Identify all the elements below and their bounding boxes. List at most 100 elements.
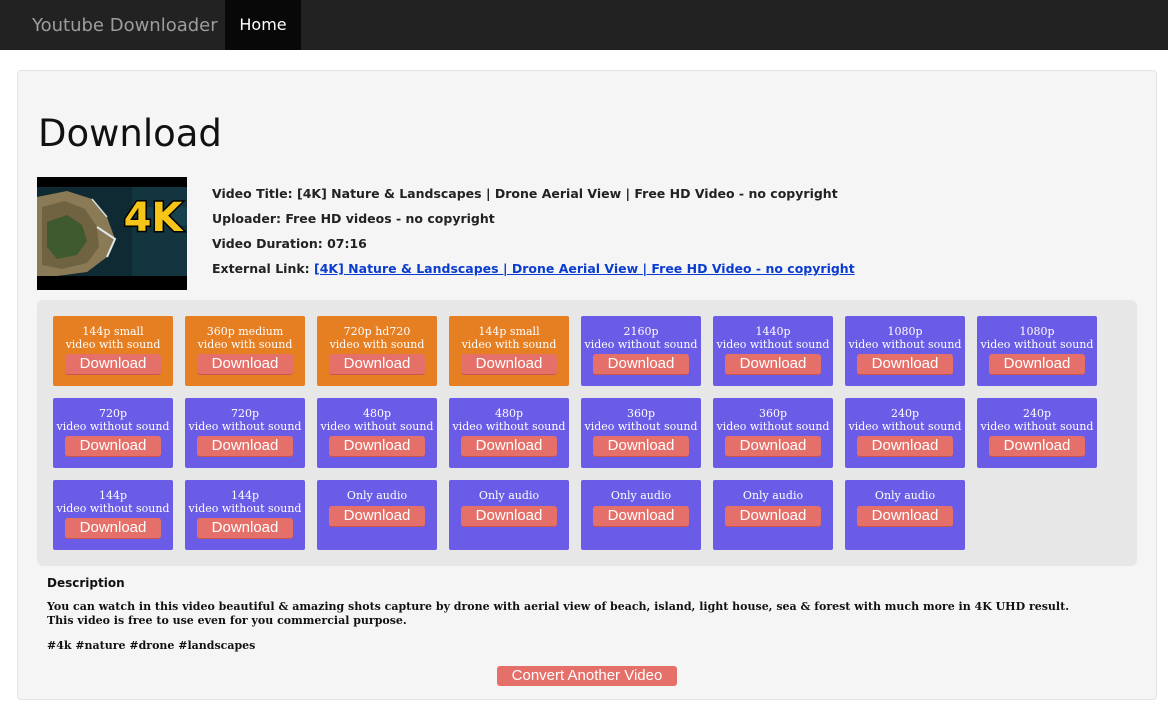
format-card: 240p video without sound Download [977,398,1097,468]
format-sound: video without sound [584,338,698,351]
download-button[interactable]: Download [725,436,821,457]
format-card: 144p small video with sound Download [449,316,569,386]
format-quality: 480p [362,407,392,420]
download-button[interactable]: Download [857,506,953,527]
download-button[interactable]: Download [593,506,689,527]
download-button[interactable]: Download [65,518,161,539]
format-sound: video without sound [716,338,830,351]
format-card: 2160p video without sound Download [581,316,701,386]
format-card: Only audio Download [713,480,833,550]
download-button[interactable]: Download [989,354,1085,375]
format-card: Only audio Download [449,480,569,550]
navbar: Youtube Downloader Home [0,0,1168,50]
download-button[interactable]: Download [65,354,161,375]
convert-another-video-button[interactable]: Convert Another Video [497,666,677,686]
uploader-label: Uploader: [212,211,286,226]
uploader-line: Uploader: Free HD videos - no copyright [212,211,495,227]
thumbnail-image: 4K [37,177,187,290]
format-card: 144p small video with sound Download [53,316,173,386]
format-quality: 1440p [755,325,791,338]
nav-home-link[interactable]: Home [225,0,301,50]
format-sound: video without sound [848,420,962,433]
format-card: Only audio Download [317,480,437,550]
format-quality: 240p [890,407,920,420]
external-link-label: External Link: [212,261,315,276]
duration-label: Video Duration: [212,236,328,251]
format-card: Only audio Download [581,480,701,550]
download-button[interactable]: Download [197,436,293,457]
download-button[interactable]: Download [857,354,953,375]
format-quality: 240p [1022,407,1052,420]
download-button[interactable]: Download [197,518,293,539]
description-heading: Description [47,576,125,590]
format-card: 480p video without sound Download [317,398,437,468]
format-quality: Only audio [742,489,804,502]
page-title: Download [38,112,222,155]
format-quality: Only audio [874,489,936,502]
format-card: 720p video without sound Download [185,398,305,468]
format-quality: 360p [758,407,788,420]
format-card: 1080p video without sound Download [845,316,965,386]
format-card: 480p video without sound Download [449,398,569,468]
download-button[interactable]: Download [725,506,821,527]
format-quality: 2160p [623,325,659,338]
format-card: 240p video without sound Download [845,398,965,468]
format-card: 1440p video without sound Download [713,316,833,386]
window-edge [1168,0,1176,50]
video-title-value: [4K] Nature & Landscapes | Drone Aerial … [297,186,838,201]
format-card: 360p medium video with sound Download [185,316,305,386]
format-quality: 1080p [1019,325,1055,338]
hashtags: #4k #nature #drone #landscapes [47,639,256,652]
format-sound: video with sound [65,338,161,351]
format-quality: 360p [626,407,656,420]
download-button[interactable]: Download [329,506,425,527]
format-card: Only audio Download [845,480,965,550]
format-card: 720p video without sound Download [53,398,173,468]
uploader-value: Free HD videos - no copyright [285,211,495,226]
download-button[interactable]: Download [461,506,557,527]
video-title-label: Video Title: [212,186,298,201]
format-card: 144p video without sound Download [185,480,305,550]
format-sound: video without sound [980,338,1094,351]
format-sound: video without sound [188,420,302,433]
download-button[interactable]: Download [461,436,557,457]
format-quality: 480p [494,407,524,420]
format-sound: video without sound [584,420,698,433]
description-text: You can watch in this video beautiful & … [47,600,1070,627]
download-button[interactable]: Download [461,354,557,375]
download-button[interactable]: Download [857,436,953,457]
format-sound: video without sound [980,420,1094,433]
format-sound: video with sound [461,338,557,351]
download-formats-panel: 144p small video with sound Download 360p m… [37,300,1137,566]
external-link[interactable]: [4K] Nature & Landscapes | Drone Aerial … [314,261,855,276]
format-sound: video without sound [56,420,170,433]
format-sound: video with sound [329,338,425,351]
format-card: 360p video without sound Download [581,398,701,468]
duration-line: Video Duration: 07:16 [212,236,367,252]
format-sound: video without sound [452,420,566,433]
format-quality: 144p [230,489,260,502]
format-sound: video without sound [56,502,170,515]
download-button[interactable]: Download [197,354,293,375]
download-button[interactable]: Download [593,436,689,457]
format-card: 720p hd720 video with sound Download [317,316,437,386]
external-link-line: External Link: [4K] Nature & Landscapes … [212,261,855,277]
download-button[interactable]: Download [989,436,1085,457]
format-card: 1080p video without sound Download [977,316,1097,386]
brand-link[interactable]: Youtube Downloader [32,15,218,37]
video-thumbnail[interactable]: 4K [37,177,187,290]
format-quality: 144p small [478,325,540,338]
format-quality: 1080p [887,325,923,338]
download-button[interactable]: Download [593,354,689,375]
download-button[interactable]: Download [329,354,425,375]
download-button[interactable]: Download [65,436,161,457]
format-quality: 720p [98,407,128,420]
download-button[interactable]: Download [725,354,821,375]
format-quality: Only audio [610,489,672,502]
format-card: 360p video without sound Download [713,398,833,468]
format-sound: video with sound [197,338,293,351]
format-quality: Only audio [478,489,540,502]
video-title-line: Video Title: [4K] Nature & Landscapes | … [212,186,838,202]
duration-value: 07:16 [327,236,367,251]
download-button[interactable]: Download [329,436,425,457]
